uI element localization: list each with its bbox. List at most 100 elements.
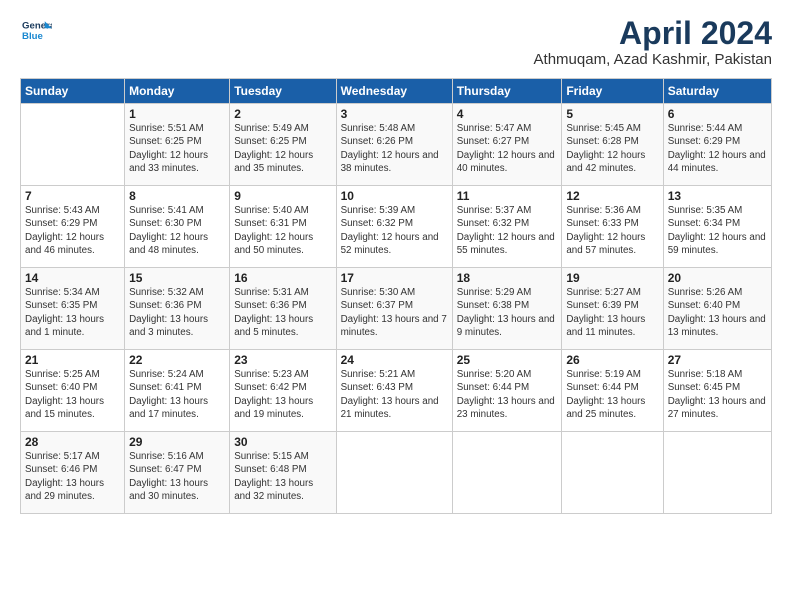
table-row: 17 Sunrise: 5:30 AMSunset: 6:37 PMDayligh… [336, 268, 452, 350]
table-row: 3 Sunrise: 5:48 AMSunset: 6:26 PMDaylight… [336, 104, 452, 186]
table-row: 15 Sunrise: 5:32 AMSunset: 6:36 PMDayligh… [125, 268, 230, 350]
col-thursday: Thursday [452, 79, 562, 104]
day-info: Sunrise: 5:18 AMSunset: 6:45 PMDaylight:… [668, 369, 766, 420]
day-number: 4 [457, 107, 558, 121]
day-info: Sunrise: 5:24 AMSunset: 6:41 PMDaylight:… [129, 369, 208, 420]
col-saturday: Saturday [663, 79, 771, 104]
day-info: Sunrise: 5:34 AMSunset: 6:35 PMDaylight:… [25, 287, 104, 338]
table-row [562, 432, 663, 514]
table-row: 30 Sunrise: 5:15 AMSunset: 6:48 PMDayligh… [230, 432, 336, 514]
day-number: 25 [457, 353, 558, 367]
day-number: 16 [234, 271, 331, 285]
table-row: 5 Sunrise: 5:45 AMSunset: 6:28 PMDaylight… [562, 104, 663, 186]
col-wednesday: Wednesday [336, 79, 452, 104]
table-row: 18 Sunrise: 5:29 AMSunset: 6:38 PMDayligh… [452, 268, 562, 350]
day-number: 13 [668, 189, 767, 203]
day-number: 5 [566, 107, 658, 121]
day-info: Sunrise: 5:35 AMSunset: 6:34 PMDaylight:… [668, 205, 766, 256]
table-row: 10 Sunrise: 5:39 AMSunset: 6:32 PMDayligh… [336, 186, 452, 268]
table-row [336, 432, 452, 514]
day-info: Sunrise: 5:32 AMSunset: 6:36 PMDaylight:… [129, 287, 208, 338]
day-info: Sunrise: 5:16 AMSunset: 6:47 PMDaylight:… [129, 451, 208, 502]
day-number: 2 [234, 107, 331, 121]
table-row: 4Sunrise: 5:47 AMSunset: 6:27 PMDaylight… [452, 104, 562, 186]
table-row: 1 Sunrise: 5:51 AMSunset: 6:25 PMDaylight… [125, 104, 230, 186]
table-row: 6 Sunrise: 5:44 AMSunset: 6:29 PMDaylight… [663, 104, 771, 186]
table-row [21, 104, 125, 186]
day-number: 3 [341, 107, 448, 121]
day-number: 10 [341, 189, 448, 203]
table-row [452, 432, 562, 514]
day-info: Sunrise: 5:39 AMSunset: 6:32 PMDaylight:… [341, 205, 439, 256]
page: General Blue April 2024 Athmuqam, Azad K… [0, 0, 792, 612]
day-number: 23 [234, 353, 331, 367]
day-info: Sunrise: 5:48 AMSunset: 6:26 PMDaylight:… [341, 123, 439, 174]
day-number: 19 [566, 271, 658, 285]
table-row: 12 Sunrise: 5:36 AMSunset: 6:33 PMDayligh… [562, 186, 663, 268]
table-row: 19 Sunrise: 5:27 AMSunset: 6:39 PMDayligh… [562, 268, 663, 350]
svg-text:Blue: Blue [22, 31, 43, 42]
day-number: 9 [234, 189, 331, 203]
table-row: 26Sunrise: 5:19 AMSunset: 6:44 PMDayligh… [562, 350, 663, 432]
day-info: Sunrise: 5:44 AMSunset: 6:29 PMDaylight:… [668, 123, 766, 174]
logo-icon: General Blue [20, 16, 52, 44]
day-number: 20 [668, 271, 767, 285]
day-number: 7 [25, 189, 120, 203]
table-row: 23Sunrise: 5:23 AMSunset: 6:42 PMDayligh… [230, 350, 336, 432]
table-row: 2Sunrise: 5:49 AMSunset: 6:25 PMDaylight… [230, 104, 336, 186]
day-info: Sunrise: 5:19 AMSunset: 6:44 PMDaylight:… [566, 369, 645, 420]
day-info: Sunrise: 5:31 AMSunset: 6:36 PMDaylight:… [234, 287, 313, 338]
day-number: 24 [341, 353, 448, 367]
table-row: 27 Sunrise: 5:18 AMSunset: 6:45 PMDayligh… [663, 350, 771, 432]
day-number: 28 [25, 435, 120, 449]
day-number: 27 [668, 353, 767, 367]
table-row: 28 Sunrise: 5:17 AMSunset: 6:46 PMDayligh… [21, 432, 125, 514]
table-row: 11 Sunrise: 5:37 AMSunset: 6:32 PMDayligh… [452, 186, 562, 268]
day-info: Sunrise: 5:40 AMSunset: 6:31 PMDaylight:… [234, 205, 313, 256]
day-number: 30 [234, 435, 331, 449]
day-info: Sunrise: 5:37 AMSunset: 6:32 PMDaylight:… [457, 205, 555, 256]
day-info: Sunrise: 5:21 AMSunset: 6:43 PMDaylight:… [341, 369, 439, 420]
table-row: 22 Sunrise: 5:24 AMSunset: 6:41 PMDayligh… [125, 350, 230, 432]
table-row: 29 Sunrise: 5:16 AMSunset: 6:47 PMDayligh… [125, 432, 230, 514]
day-info: Sunrise: 5:15 AMSunset: 6:48 PMDaylight:… [234, 451, 313, 502]
day-number: 29 [129, 435, 225, 449]
day-info: Sunrise: 5:51 AMSunset: 6:25 PMDaylight:… [129, 123, 208, 174]
col-monday: Monday [125, 79, 230, 104]
table-row: 20 Sunrise: 5:26 AMSunset: 6:40 PMDayligh… [663, 268, 771, 350]
day-number: 12 [566, 189, 658, 203]
day-info: Sunrise: 5:43 AMSunset: 6:29 PMDaylight:… [25, 205, 104, 256]
table-row: 25 Sunrise: 5:20 AMSunset: 6:44 PMDayligh… [452, 350, 562, 432]
table-row: 9 Sunrise: 5:40 AMSunset: 6:31 PMDaylight… [230, 186, 336, 268]
table-row: 8Sunrise: 5:41 AMSunset: 6:30 PMDaylight… [125, 186, 230, 268]
day-number: 18 [457, 271, 558, 285]
day-number: 6 [668, 107, 767, 121]
table-row: 7 Sunrise: 5:43 AMSunset: 6:29 PMDaylight… [21, 186, 125, 268]
day-info: Sunrise: 5:45 AMSunset: 6:28 PMDaylight:… [566, 123, 645, 174]
calendar-header-row: Sunday Monday Tuesday Wednesday Thursday… [21, 79, 772, 104]
main-title: April 2024 [534, 16, 772, 51]
day-info: Sunrise: 5:27 AMSunset: 6:39 PMDaylight:… [566, 287, 645, 338]
table-row: 16 Sunrise: 5:31 AMSunset: 6:36 PMDayligh… [230, 268, 336, 350]
logo: General Blue [20, 16, 52, 44]
day-info: Sunrise: 5:30 AMSunset: 6:37 PMDaylight:… [341, 287, 447, 338]
col-sunday: Sunday [21, 79, 125, 104]
table-row: 14Sunrise: 5:34 AMSunset: 6:35 PMDayligh… [21, 268, 125, 350]
day-info: Sunrise: 5:20 AMSunset: 6:44 PMDaylight:… [457, 369, 555, 420]
col-friday: Friday [562, 79, 663, 104]
day-info: Sunrise: 5:29 AMSunset: 6:38 PMDaylight:… [457, 287, 555, 338]
day-info: Sunrise: 5:17 AMSunset: 6:46 PMDaylight:… [25, 451, 104, 502]
day-number: 17 [341, 271, 448, 285]
day-info: Sunrise: 5:26 AMSunset: 6:40 PMDaylight:… [668, 287, 766, 338]
day-number: 15 [129, 271, 225, 285]
title-area: April 2024 Athmuqam, Azad Kashmir, Pakis… [534, 16, 772, 68]
header-area: General Blue April 2024 Athmuqam, Azad K… [20, 16, 772, 68]
day-number: 1 [129, 107, 225, 121]
table-row: 13 Sunrise: 5:35 AMSunset: 6:34 PMDayligh… [663, 186, 771, 268]
day-info: Sunrise: 5:36 AMSunset: 6:33 PMDaylight:… [566, 205, 645, 256]
subtitle: Athmuqam, Azad Kashmir, Pakistan [534, 51, 772, 68]
table-row [663, 432, 771, 514]
day-number: 11 [457, 189, 558, 203]
calendar-table: Sunday Monday Tuesday Wednesday Thursday… [20, 78, 772, 514]
day-number: 22 [129, 353, 225, 367]
